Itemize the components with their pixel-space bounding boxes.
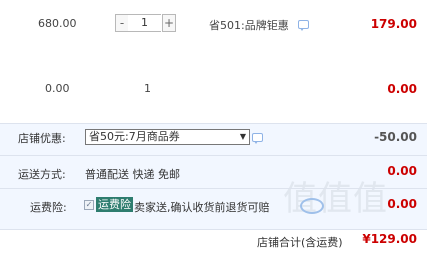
chat-icon[interactable]: [298, 20, 309, 31]
row2-qty: 1: [144, 82, 151, 95]
row2-unit-price: 0.00: [45, 82, 70, 95]
divider: [0, 123, 427, 124]
insurance-label: 运费险:: [30, 201, 67, 214]
divider: [0, 229, 427, 230]
insurance-checkbox[interactable]: ✓: [84, 200, 94, 210]
shipping-amount: 0.00: [387, 164, 417, 178]
quantity-stepper: - 1 +: [115, 14, 177, 32]
shop-discount-selected: 省50元:7月商品券: [89, 130, 180, 143]
total-currency: ¥: [362, 232, 371, 246]
promo-label: 省501:品牌钜惠: [209, 19, 289, 32]
divider: [0, 155, 427, 156]
watermark: 值值值: [283, 179, 388, 219]
divider: [0, 188, 427, 189]
qty-plus-button[interactable]: +: [162, 14, 176, 32]
qty-minus-button[interactable]: -: [115, 14, 129, 32]
total-amount-wrap: ¥129.00: [362, 232, 417, 246]
shop-discount-select[interactable]: 省50元:7月商品券 ▼: [85, 129, 250, 145]
row2-subtotal: 0.00: [387, 82, 417, 96]
insurance-tag: 运费险: [96, 197, 133, 212]
row1-subtotal: 179.00: [370, 17, 417, 31]
total-label: 店铺合计(含运费): [257, 236, 343, 249]
shipping-method: 普通配送 快递 免邮: [85, 168, 180, 181]
qty-input[interactable]: 1: [128, 14, 161, 32]
shop-discount-amount: -50.00: [374, 130, 417, 144]
insurance-text: 卖家送,确认收货前退货可赔: [134, 201, 270, 214]
insurance-amount: 0.00: [387, 197, 417, 211]
total-amount: 129.00: [370, 232, 417, 246]
row1-unit-price: 680.00: [38, 17, 77, 30]
shop-discount-label: 店铺优惠:: [18, 132, 66, 145]
chat-icon[interactable]: [252, 133, 263, 144]
dropdown-arrow-icon: ▼: [239, 132, 246, 141]
eye-icon: [300, 198, 324, 214]
shipping-label: 运送方式:: [18, 168, 66, 181]
